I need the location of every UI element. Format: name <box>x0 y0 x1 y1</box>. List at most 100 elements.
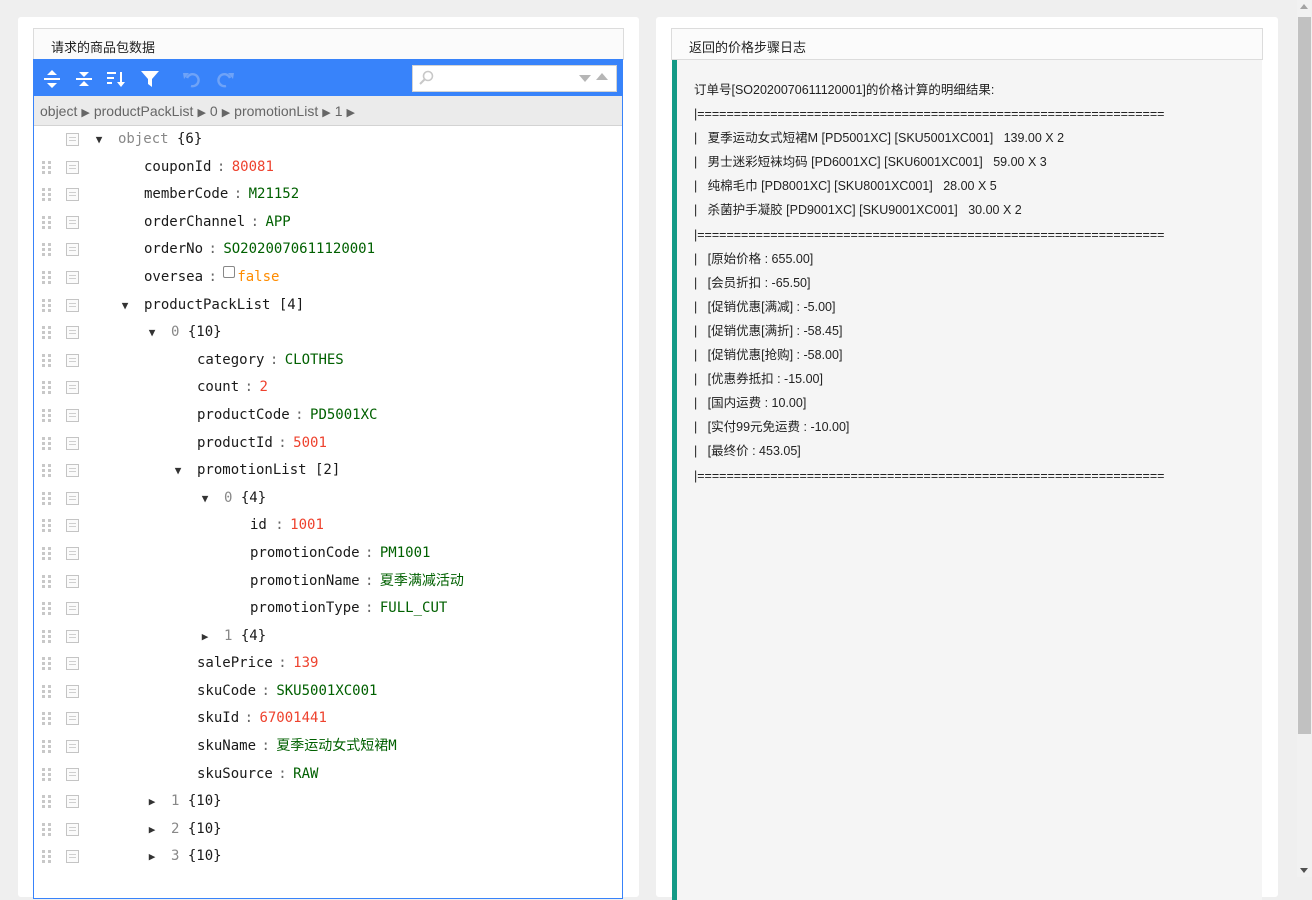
redo-icon[interactable] <box>214 67 238 91</box>
context-menu-icon[interactable] <box>66 491 79 505</box>
context-menu-icon[interactable] <box>66 436 79 450</box>
tree-row[interactable]: orderChannel : APP <box>34 209 622 237</box>
breadcrumb-item[interactable]: productPackList <box>94 103 194 119</box>
tree-row[interactable]: category : CLOTHES <box>34 347 622 375</box>
collapse-toggle-icon[interactable]: ▼ <box>119 292 131 320</box>
context-menu-icon[interactable] <box>66 381 79 395</box>
collapse-toggle-icon[interactable]: ▼ <box>172 457 184 485</box>
collapse-toggle-icon[interactable]: ▼ <box>146 319 158 347</box>
field-value[interactable]: 夏季运动女式短裙M <box>276 738 396 754</box>
context-menu-icon[interactable] <box>66 795 79 809</box>
tree-row[interactable]: ▼ promotionList [2] <box>34 457 622 485</box>
context-menu-icon[interactable] <box>66 408 79 422</box>
drag-handle-icon[interactable] <box>42 767 52 782</box>
scrollbar-thumb[interactable] <box>1298 17 1311 734</box>
field-name[interactable]: productPackList <box>144 297 270 313</box>
field-name[interactable]: productCode <box>197 407 290 423</box>
drag-handle-icon[interactable] <box>42 657 52 671</box>
search-next-icon[interactable] <box>579 75 591 82</box>
field-value[interactable]: CLOTHES <box>285 352 344 368</box>
tree-row[interactable]: skuCode : SKU5001XC001 <box>34 678 622 706</box>
field-name[interactable]: oversea <box>144 269 203 285</box>
field-value[interactable]: 2 <box>259 379 267 395</box>
tree-row[interactable]: ▶ 2 {10} <box>34 816 622 844</box>
breadcrumb-separator-icon[interactable]: ▶ <box>346 107 354 119</box>
field-value[interactable]: FULL_CUT <box>380 600 447 616</box>
context-menu-icon[interactable] <box>66 298 79 312</box>
field-value[interactable]: false <box>237 269 279 285</box>
boolean-checkbox[interactable] <box>223 265 236 278</box>
drag-handle-icon[interactable] <box>42 298 52 313</box>
drag-handle-icon[interactable] <box>42 408 52 423</box>
page-scrollbar[interactable] <box>1297 0 1312 877</box>
drag-handle-icon[interactable] <box>42 326 52 340</box>
field-name[interactable]: skuName <box>197 738 256 754</box>
drag-handle-icon[interactable] <box>42 822 52 837</box>
tree-row[interactable]: promotionCode : PM1001 <box>34 540 622 568</box>
undo-icon[interactable] <box>179 67 203 91</box>
tree-row[interactable]: skuId : 67001441 <box>34 705 622 733</box>
tree-row[interactable]: skuName : 夏季运动女式短裙M <box>34 733 622 761</box>
tree-row[interactable]: ▶ 3 {10} <box>34 843 622 871</box>
field-name[interactable]: promotionCode <box>250 545 360 561</box>
field-value[interactable]: PD5001XC <box>310 407 377 423</box>
drag-handle-icon[interactable] <box>42 188 52 202</box>
tree-row[interactable]: skuSource : RAW <box>34 761 622 789</box>
field-name[interactable]: skuId <box>197 710 239 726</box>
breadcrumb-item[interactable]: promotionList <box>234 103 318 119</box>
field-value[interactable]: PM1001 <box>380 545 431 561</box>
expand-toggle-icon[interactable]: ▶ <box>146 843 158 871</box>
tree-row[interactable]: count : 2 <box>34 374 622 402</box>
tree-row[interactable]: oversea : false <box>34 264 622 292</box>
field-value[interactable]: 夏季满减活动 <box>380 573 464 589</box>
breadcrumb-separator-icon[interactable]: ▶ <box>322 107 330 119</box>
drag-handle-icon[interactable] <box>42 353 52 368</box>
drag-handle-icon[interactable] <box>42 243 52 257</box>
drag-handle-icon[interactable] <box>42 712 52 726</box>
expand-toggle-icon[interactable]: ▶ <box>146 788 158 816</box>
field-value[interactable]: APP <box>265 214 290 230</box>
field-value[interactable]: RAW <box>293 766 318 782</box>
field-name[interactable]: salePrice <box>197 655 273 671</box>
tree-row[interactable]: ▼ object {6} <box>34 126 622 154</box>
field-name[interactable]: promotionList <box>197 462 307 478</box>
context-menu-icon[interactable] <box>66 160 79 174</box>
tree-row[interactable]: promotionName : 夏季满减活动 <box>34 568 622 596</box>
field-name[interactable]: id <box>250 517 275 533</box>
field-value[interactable]: 5001 <box>293 435 327 451</box>
drag-handle-icon[interactable] <box>42 795 52 809</box>
drag-handle-icon[interactable] <box>42 160 52 175</box>
breadcrumb-separator-icon[interactable]: ▶ <box>197 107 205 119</box>
context-menu-icon[interactable] <box>66 574 79 588</box>
context-menu-icon[interactable] <box>66 684 79 698</box>
sort-icon[interactable] <box>104 67 128 91</box>
breadcrumb-item[interactable]: object <box>40 103 77 119</box>
drag-handle-icon[interactable] <box>42 629 52 644</box>
collapse-all-icon[interactable] <box>72 67 96 91</box>
drag-handle-icon[interactable] <box>42 270 52 285</box>
context-menu-icon[interactable] <box>66 464 79 478</box>
breadcrumb-separator-icon[interactable]: ▶ <box>222 107 230 119</box>
tree-row[interactable]: promotionType : FULL_CUT <box>34 595 622 623</box>
field-name[interactable]: productId <box>197 435 273 451</box>
tree-row[interactable]: productCode : PD5001XC <box>34 402 622 430</box>
field-value[interactable]: 139 <box>293 655 318 671</box>
breadcrumb-separator-icon[interactable]: ▶ <box>81 107 89 119</box>
drag-handle-icon[interactable] <box>42 491 52 506</box>
context-menu-icon[interactable] <box>66 353 79 367</box>
context-menu-icon[interactable] <box>66 243 79 257</box>
drag-handle-icon[interactable] <box>42 574 52 589</box>
drag-handle-icon[interactable] <box>42 684 52 699</box>
field-name[interactable]: skuCode <box>197 683 256 699</box>
drag-handle-icon[interactable] <box>42 381 52 395</box>
drag-handle-icon[interactable] <box>42 464 52 478</box>
breadcrumb-item[interactable]: 0 <box>210 103 218 119</box>
collapse-toggle-icon[interactable]: ▼ <box>199 485 211 513</box>
filter-icon[interactable] <box>138 67 162 91</box>
collapse-toggle-icon[interactable]: ▼ <box>93 126 105 154</box>
breadcrumb-item[interactable]: 1 <box>335 103 343 119</box>
expand-toggle-icon[interactable]: ▶ <box>199 623 211 651</box>
tree-row[interactable]: couponId : 80081 <box>34 154 622 182</box>
field-value[interactable]: 80081 <box>232 159 274 175</box>
expand-toggle-icon[interactable]: ▶ <box>146 816 158 844</box>
